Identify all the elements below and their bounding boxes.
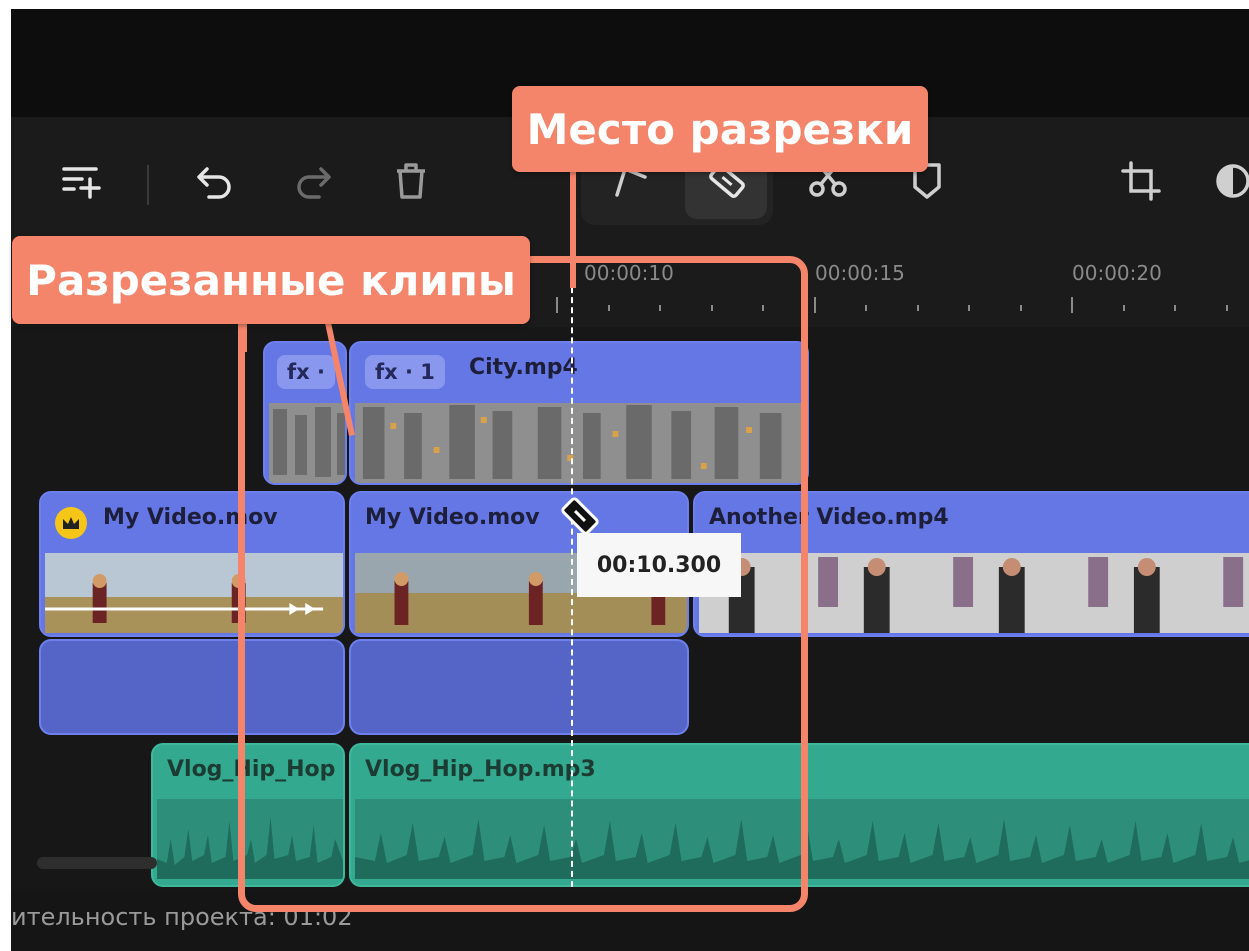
ruler-tick <box>813 297 816 313</box>
crown-icon <box>55 507 87 539</box>
highlight-frame <box>238 256 808 912</box>
ruler-tick <box>968 305 970 311</box>
horizontal-scrollbar[interactable] <box>37 857 157 869</box>
crop-icon[interactable] <box>1117 157 1165 205</box>
ruler-tick <box>916 305 919 311</box>
color-icon[interactable] <box>1209 157 1249 205</box>
ruler-tick <box>1122 305 1125 311</box>
delete-icon[interactable] <box>387 157 435 205</box>
callout-split-clips: Разрезанные клипы <box>12 236 530 324</box>
undo-icon[interactable] <box>191 157 239 205</box>
add-track-icon[interactable] <box>57 157 105 205</box>
redo-icon[interactable] <box>289 157 337 205</box>
ruler-tick <box>865 305 867 311</box>
callout-pointer-cut <box>570 170 576 288</box>
ruler-tick <box>1019 305 1022 311</box>
ruler-tick <box>1071 297 1073 313</box>
ruler-tick <box>1225 305 1228 311</box>
callout-cut-point: Место разрезки <box>512 86 928 172</box>
ruler-label-15s: 00:00:15 <box>815 261 905 285</box>
ruler-tick <box>1174 305 1176 311</box>
ruler-label-20s: 00:00:20 <box>1072 261 1162 285</box>
toolbar-separator <box>147 165 149 205</box>
